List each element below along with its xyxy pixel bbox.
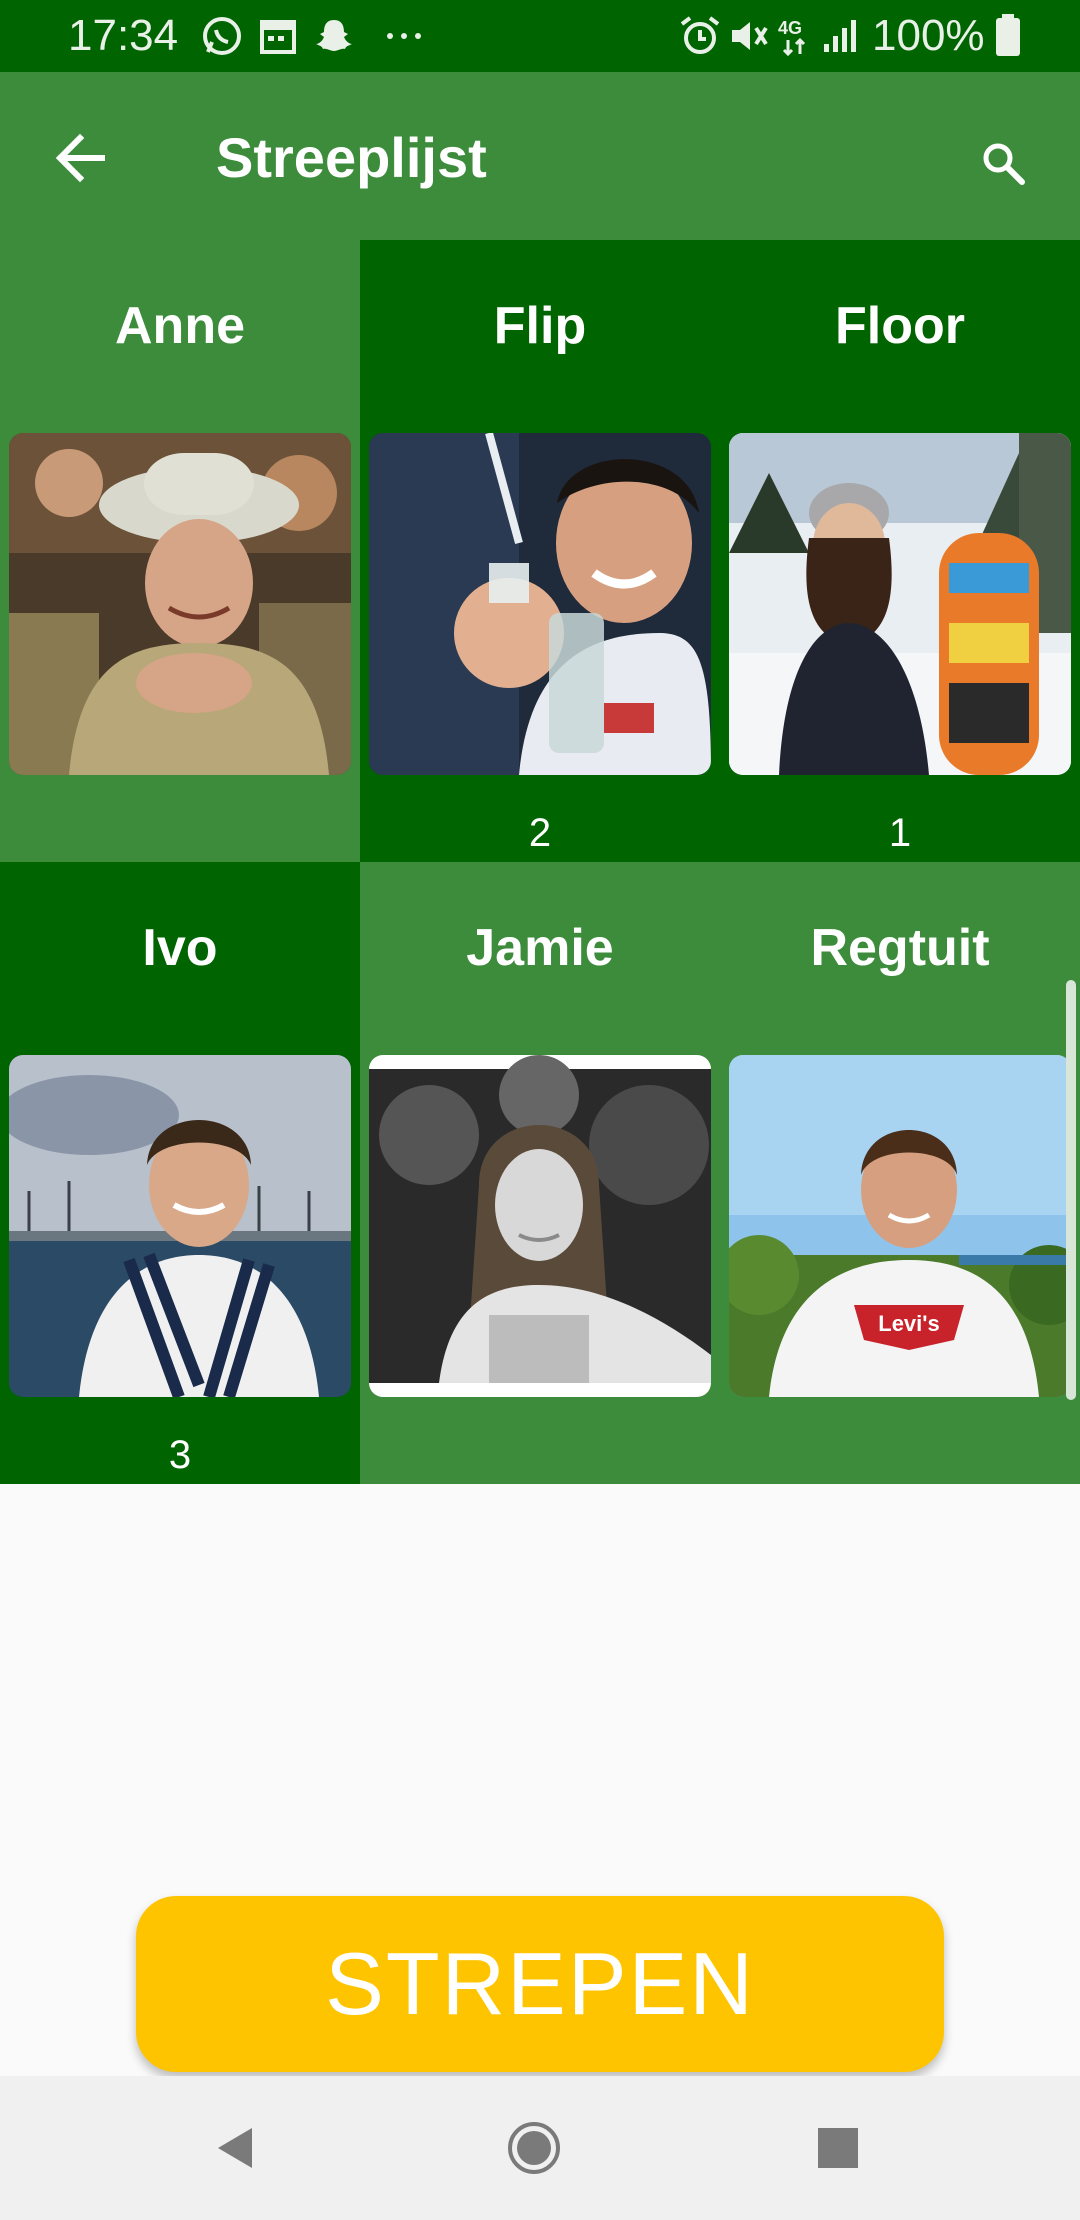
arrow-back-icon (55, 133, 105, 183)
app-bar: Streeplijst (0, 72, 1080, 240)
people-grid: Anne Flip 2 Floor 1 Ivo 3 Jamie Regtuit … (0, 240, 1080, 1484)
signal-icon (818, 12, 866, 60)
person-tile-regtuit[interactable]: Regtuit Levi's (720, 862, 1080, 1484)
person-tile-floor[interactable]: Floor 1 (720, 240, 1080, 862)
person-photo (9, 433, 351, 775)
search-icon (983, 143, 1025, 185)
person-photo (9, 1055, 351, 1397)
person-tile-flip[interactable]: Flip 2 (360, 240, 720, 862)
mute-icon (724, 12, 772, 60)
person-name: Regtuit (810, 919, 990, 977)
recents-nav-icon (818, 2128, 858, 2168)
snapchat-icon (310, 12, 358, 60)
page-title: Streeplijst (216, 126, 487, 189)
calendar-icon (254, 12, 302, 60)
person-photo (369, 1055, 711, 1397)
network-label: 4G (778, 18, 802, 38)
whatsapp-icon (198, 12, 246, 60)
network-4g-icon: 4G (772, 12, 820, 60)
strepen-button-label: STREPEN (325, 1934, 755, 2033)
battery-percentage: 100% (872, 11, 985, 60)
person-tile-ivo[interactable]: Ivo 3 (0, 862, 360, 1484)
person-name: Floor (835, 297, 965, 355)
screen: 17:34 4G 100% Streeplijst Anne Flip 2 Fl… (0, 0, 1080, 2220)
person-name: Ivo (142, 919, 218, 977)
back-button[interactable] (44, 122, 124, 194)
person-tile-jamie[interactable]: Jamie (360, 862, 720, 1484)
status-time: 17:34 (68, 11, 179, 60)
alarm-icon (676, 12, 724, 60)
person-name: Jamie (466, 919, 614, 977)
person-name: Anne (115, 297, 245, 355)
person-photo (729, 433, 1071, 775)
person-name: Flip (493, 297, 587, 355)
scrollbar[interactable] (1066, 980, 1076, 1400)
tally-count: 1 (888, 811, 912, 855)
back-nav-button[interactable] (200, 2112, 280, 2184)
person-tile-anne[interactable]: Anne (0, 240, 360, 862)
strepen-button[interactable]: STREPEN (136, 1896, 944, 2072)
system-nav-bar (0, 2076, 1080, 2220)
recents-nav-button[interactable] (800, 2112, 880, 2184)
tally-count: 2 (528, 811, 552, 855)
back-nav-icon (218, 2128, 252, 2168)
shirt-logo-text: Levi's (878, 1311, 940, 1336)
home-nav-button[interactable] (500, 2112, 580, 2184)
tally-count: 3 (168, 1433, 192, 1477)
status-bar: 17:34 4G 100% (0, 0, 1080, 72)
person-photo (369, 433, 711, 775)
battery-icon (984, 12, 1032, 60)
search-button[interactable] (968, 128, 1040, 200)
more-notifications-icon (380, 12, 428, 60)
person-photo: Levi's (729, 1055, 1071, 1397)
home-nav-icon (508, 2122, 560, 2174)
